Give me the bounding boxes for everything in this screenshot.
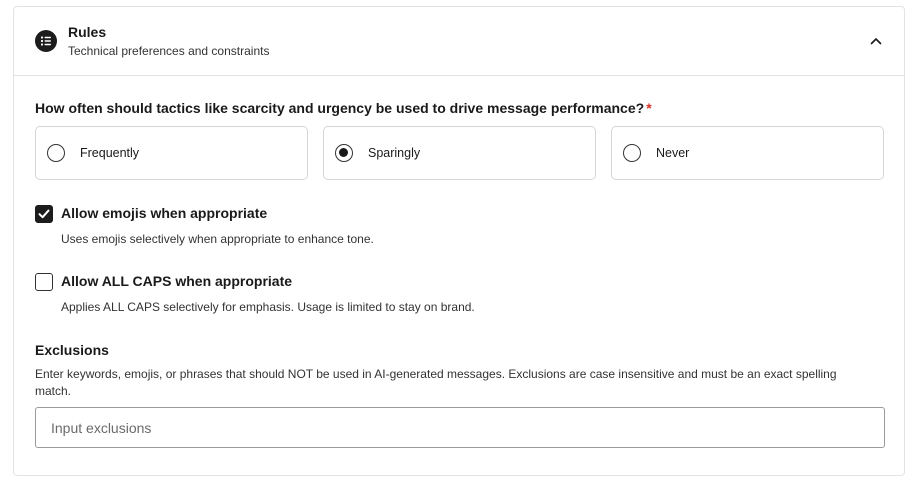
question-text: How often should tactics like scarcity a… [35,100,645,116]
radio-option-frequently[interactable]: Frequently [35,126,308,180]
radio-label: Never [656,146,690,160]
rules-card-header[interactable]: Rules Technical preferences and constrai… [14,7,904,76]
required-marker: * [646,100,652,116]
exclusions-title: Exclusions [35,342,109,358]
exclusions-description: Enter keywords, emojis, or phrases that … [35,367,837,398]
all-caps-checkbox[interactable] [35,273,53,291]
emojis-label[interactable]: Allow emojis when appropriate [61,205,267,221]
collapse-button[interactable] [866,31,886,51]
section-title: Rules [68,24,107,40]
chevron-up-icon [870,38,882,45]
radio-button[interactable] [335,144,353,162]
radio-option-sparingly[interactable]: Sparingly [323,126,596,180]
checkmark-icon [38,209,50,219]
all-caps-description: Applies ALL CAPS selectively for emphasi… [61,300,475,314]
radio-button[interactable] [47,144,65,162]
section-subtitle: Technical preferences and constraints [68,44,270,58]
emojis-description: Uses emojis selectively when appropriate… [61,232,374,246]
all-caps-label[interactable]: Allow ALL CAPS when appropriate [61,273,292,289]
rules-card: Rules Technical preferences and constrai… [13,6,905,476]
radio-label: Sparingly [368,146,421,160]
tactics-question: How often should tactics like scarcity a… [35,100,652,116]
radio-option-never[interactable]: Never [611,126,884,180]
list-icon [35,30,57,52]
radio-button[interactable] [623,144,641,162]
exclusions-input[interactable] [35,407,885,448]
emojis-checkbox[interactable] [35,205,53,223]
radio-label: Frequently [80,146,140,160]
